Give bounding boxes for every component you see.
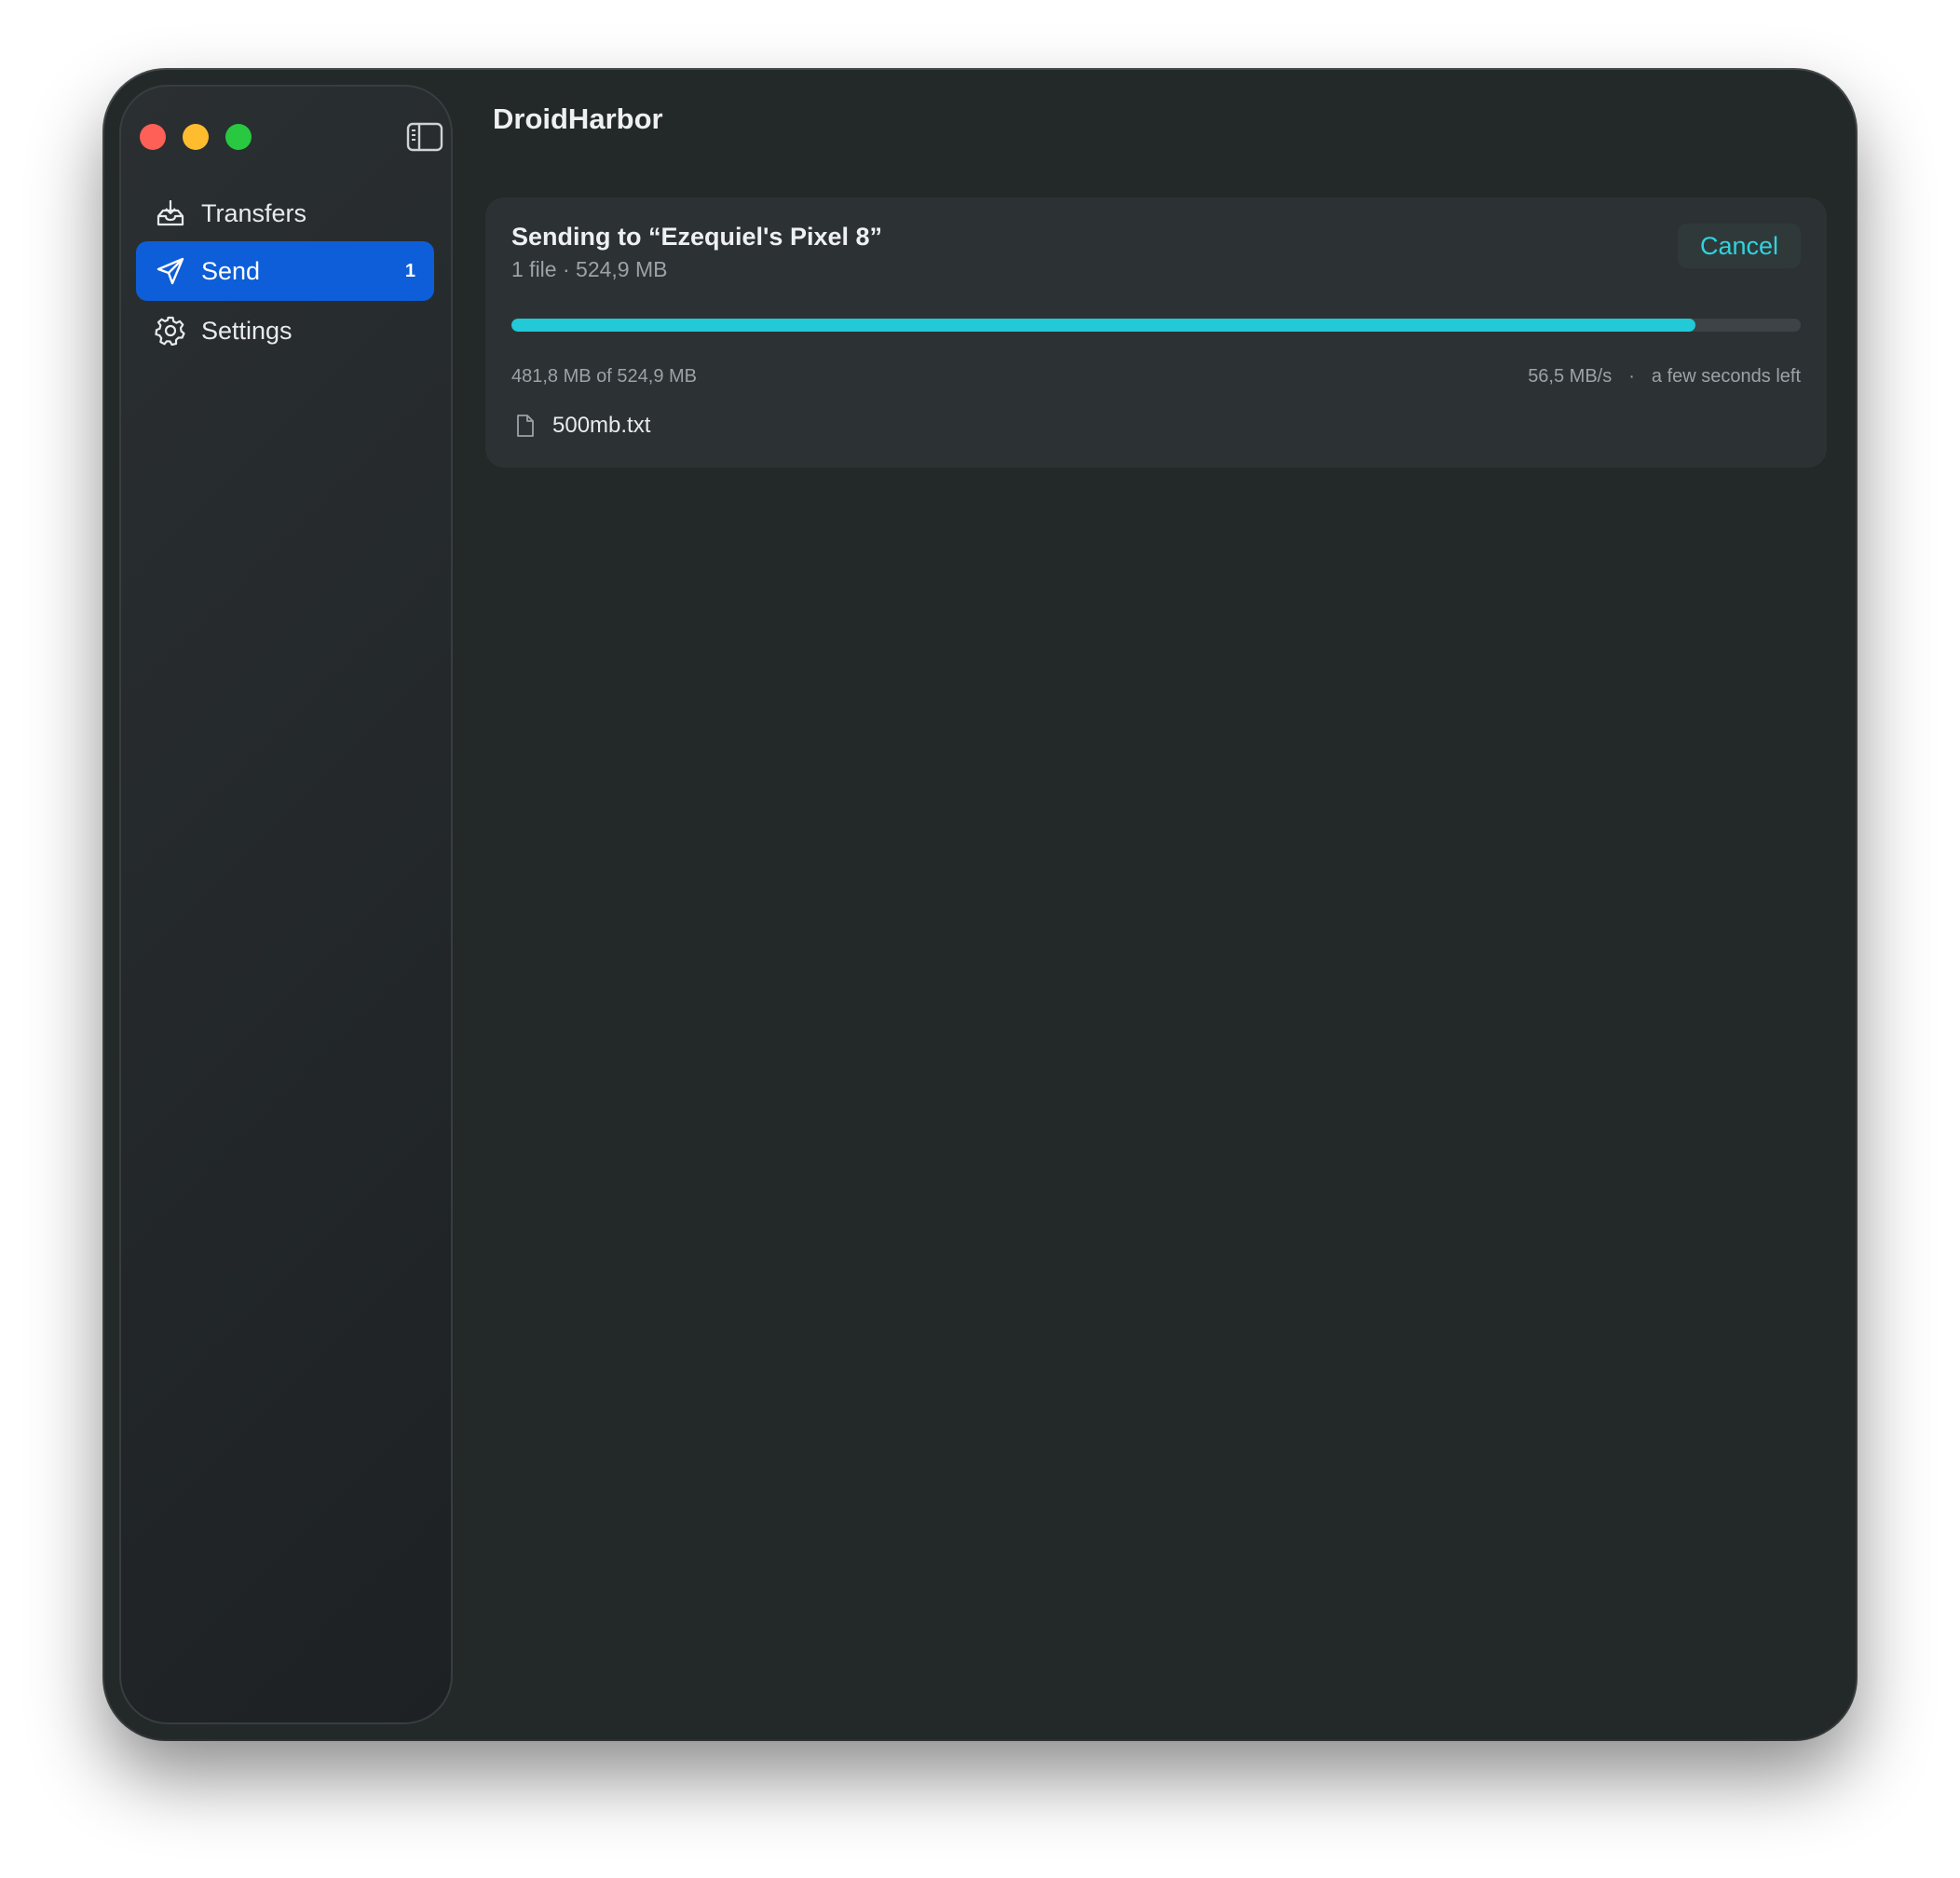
transfer-summary: 1 file · 524,9 MB bbox=[511, 257, 668, 281]
tray-download-icon bbox=[155, 197, 186, 229]
sidebar: Transfers Send 1 Settings bbox=[119, 85, 453, 1724]
document-icon bbox=[511, 412, 539, 440]
paper-plane-icon bbox=[155, 255, 186, 287]
progress-bar-fill bbox=[511, 319, 1695, 332]
sidebar-item-label: Settings bbox=[201, 316, 293, 345]
sidebar-toggle-icon[interactable] bbox=[406, 121, 443, 153]
file-list-item: 500mb.txt bbox=[511, 412, 650, 440]
transfer-rate-row: 56,5 MB/s · a few seconds left bbox=[1528, 366, 1801, 388]
send-count-badge: 1 bbox=[404, 260, 415, 281]
window-close-button[interactable] bbox=[140, 124, 166, 150]
window-zoom-button[interactable] bbox=[225, 124, 252, 150]
sidebar-item-send[interactable]: Send 1 bbox=[136, 241, 434, 301]
sidebar-item-label: Send bbox=[201, 256, 261, 285]
progress-bar bbox=[511, 319, 1801, 332]
page-title: DroidHarbor bbox=[493, 102, 663, 135]
sidebar-item-transfers[interactable]: Transfers bbox=[136, 184, 434, 243]
file-name: 500mb.txt bbox=[552, 413, 651, 438]
progress-amount: 481,8 MB of 524,9 MB bbox=[511, 366, 698, 387]
transfer-card: Sending to “Ezequiel's Pixel 8” 1 file ·… bbox=[485, 197, 1827, 468]
separator-dot: · bbox=[1628, 366, 1635, 387]
transfer-speed: 56,5 MB/s bbox=[1528, 366, 1613, 387]
cancel-button[interactable]: Cancel bbox=[1678, 224, 1801, 268]
time-remaining: a few seconds left bbox=[1651, 366, 1801, 387]
app-window: Transfers Send 1 Settings DroidHarbor Se… bbox=[104, 70, 1856, 1739]
sidebar-item-label: Transfers bbox=[201, 198, 307, 227]
transfer-title: Sending to “Ezequiel's Pixel 8” bbox=[511, 223, 883, 251]
sidebar-item-settings[interactable]: Settings bbox=[136, 301, 434, 361]
window-minimize-button[interactable] bbox=[183, 124, 209, 150]
gear-icon bbox=[155, 315, 186, 347]
